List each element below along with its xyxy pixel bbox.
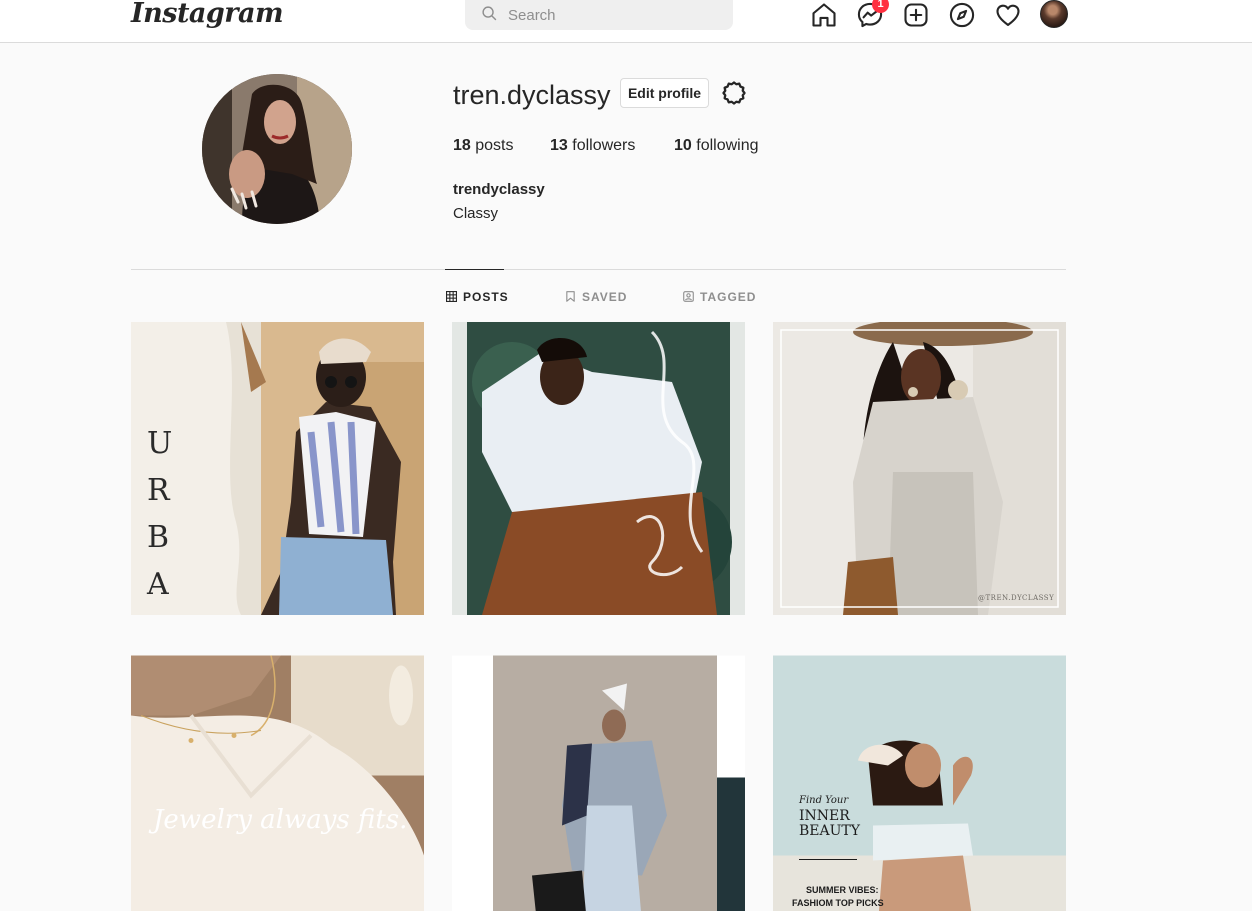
edit-profile-button[interactable]: Edit profile	[620, 78, 709, 108]
profile-photo[interactable]	[202, 74, 352, 224]
search-icon	[482, 6, 497, 21]
urban-letter: A	[147, 567, 169, 602]
urban-letter: U	[147, 426, 173, 461]
post-find-text: Find Your	[799, 795, 849, 806]
tab-saved[interactable]: SAVED	[565, 290, 627, 304]
following-count[interactable]: 10 following	[674, 137, 759, 155]
tagged-user-icon	[683, 291, 694, 302]
instagram-logo[interactable]: Instagram	[131, 0, 284, 29]
post-beauty-text: BEAUTY	[799, 823, 860, 839]
search-input[interactable]	[508, 4, 718, 26]
tab-active-indicator	[445, 269, 504, 270]
search-bar[interactable]	[465, 0, 733, 30]
home-icon[interactable]	[810, 1, 838, 29]
post-tile[interactable]: U R B A N	[131, 322, 424, 615]
profile-bio: Classy	[453, 205, 499, 222]
gear-icon[interactable]	[720, 79, 748, 107]
post-tile[interactable]: @TREN.DYCLASSY	[773, 322, 1066, 615]
profile-username: tren.dyclassy	[453, 80, 611, 110]
grid-icon	[446, 291, 458, 303]
post-tile[interactable]	[452, 643, 745, 911]
profile-full-name: trendyclassy	[453, 181, 545, 198]
new-post-icon[interactable]	[902, 1, 930, 29]
tab-tagged[interactable]: TAGGED	[683, 290, 756, 304]
urban-letter: N	[147, 608, 173, 615]
post-inner-text: INNER	[799, 808, 850, 824]
post-tile[interactable]	[452, 322, 745, 615]
tabs-divider	[131, 269, 1066, 270]
post-tile[interactable]: Jewelry always fits.	[131, 643, 424, 911]
post-summer-text: SUMMER VIBES:	[806, 885, 879, 895]
explore-icon[interactable]	[948, 1, 976, 29]
bookmark-icon	[566, 291, 575, 302]
tab-posts[interactable]: POSTS	[446, 290, 509, 304]
posts-count: 18 posts	[453, 137, 514, 154]
post-script-text: Jewelry always fits.	[153, 805, 408, 835]
messages-badge: 1	[872, 0, 889, 13]
heart-icon[interactable]	[994, 1, 1022, 29]
followers-count[interactable]: 13 followers	[550, 137, 635, 155]
post-watermark: @TREN.DYCLASSY	[978, 594, 1055, 602]
profile-avatar-icon[interactable]	[1040, 0, 1068, 28]
urban-letter: R	[147, 473, 170, 508]
urban-letter: B	[147, 520, 170, 555]
post-tile[interactable]: Find Your INNER BEAUTY SUMMER VIBES: FAS…	[773, 643, 1066, 911]
top-nav: Instagram 1	[0, 0, 1252, 43]
post-fashion-text: FASHIOM TOP PICKS	[792, 898, 884, 908]
